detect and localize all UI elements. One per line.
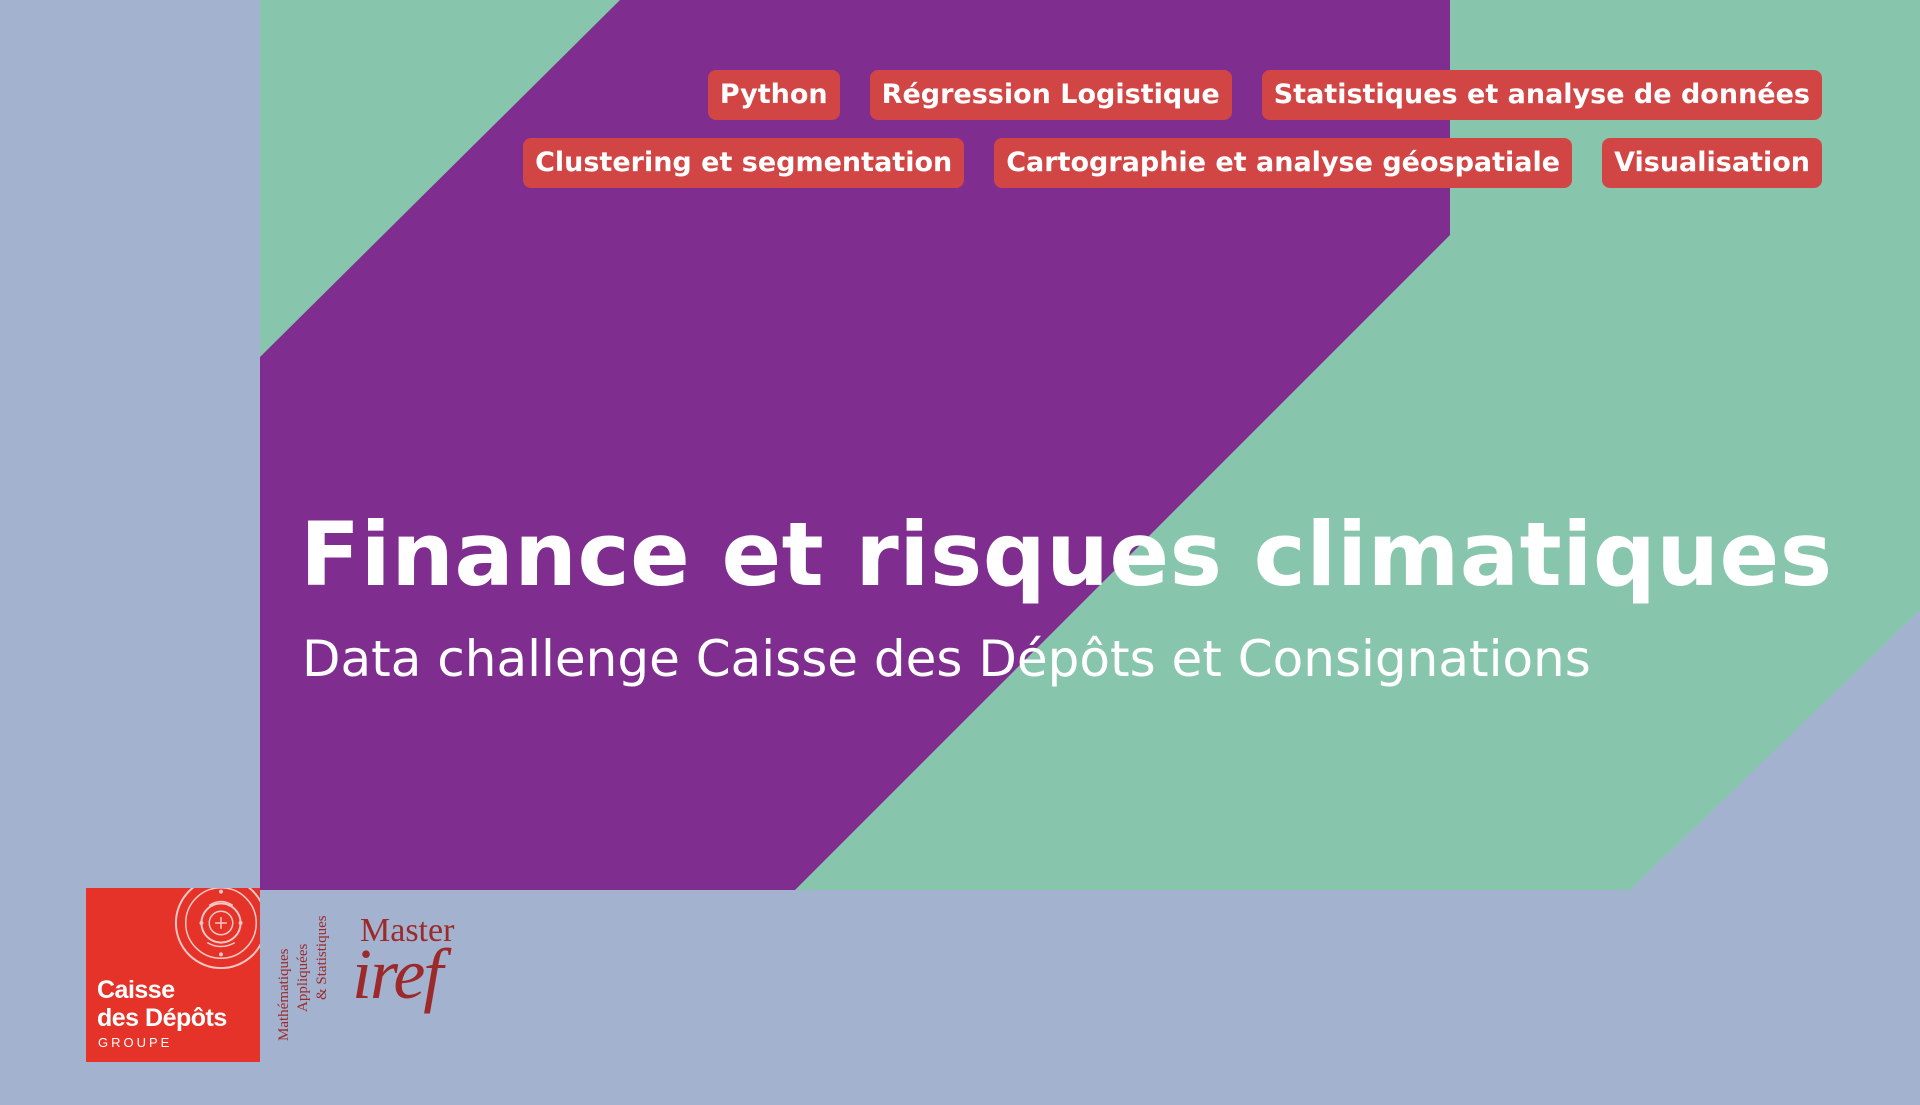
mas-logo: Mathématiques Appliquées & Statistiques: [276, 915, 336, 1041]
page-title: Finance et risques climatiques: [300, 503, 1833, 606]
tag-statistics: Statistiques et analyse de données: [1261, 70, 1822, 120]
tag-row-1: Python Régression Logistique Statistique…: [707, 70, 1822, 120]
cdc-logo: Caisse des Dépôts GROUPE: [86, 888, 260, 1062]
mas-line-2: Appliquées: [295, 943, 311, 1013]
tag-cartography: Cartographie et analyse géospatiale: [994, 138, 1573, 188]
iref-logo: iref: [352, 934, 443, 1014]
cdc-line-1: Caisse: [97, 976, 175, 1004]
mas-line-1: Mathématiques: [276, 948, 292, 1041]
cdc-wordmark: Caisse des Dépôts: [97, 976, 227, 1032]
cdc-line-2: des Dépôts: [97, 1004, 227, 1032]
hero-banner: Python Régression Logistique Statistique…: [0, 0, 1920, 1105]
cdc-groupe: GROUPE: [98, 1035, 173, 1050]
tag-list: Python Régression Logistique Statistique…: [422, 70, 1822, 188]
mas-line-3: & Statistiques: [314, 915, 330, 1000]
page-subtitle: Data challenge Caisse des Dépôts et Cons…: [302, 630, 1591, 688]
seal-icon: [174, 888, 260, 970]
tag-python: Python: [707, 70, 840, 120]
tag-clustering: Clustering et segmentation: [523, 138, 965, 188]
tag-visualisation: Visualisation: [1602, 138, 1822, 188]
tag-logistic-regression: Régression Logistique: [869, 70, 1232, 120]
tag-row-2: Clustering et segmentation Cartographie …: [523, 138, 1822, 188]
